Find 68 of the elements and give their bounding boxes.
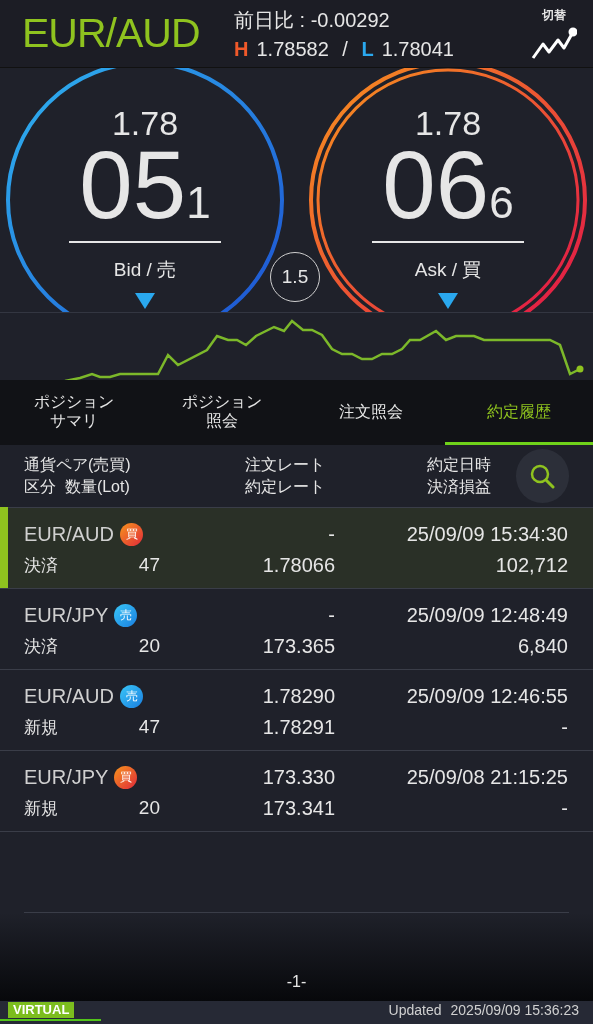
side-badge: 売 — [114, 603, 138, 627]
order-rate-cell-text: - — [327, 522, 335, 546]
triangle-icon[interactable] — [135, 293, 155, 309]
side-badge: 売 — [120, 684, 143, 708]
tab[interactable]: ポジション 照会 — [148, 380, 297, 445]
pnl-cell-text: 6,840 — [516, 634, 568, 658]
search-icon — [529, 463, 556, 489]
daily-change: 前日比 : -0.00292 — [234, 7, 391, 33]
low-label: L — [361, 37, 374, 61]
high-value: 1.78582 — [256, 37, 329, 61]
trade-row[interactable]: EUR/AUD 買 - 25/09/09 15:34:30 決済 47 1.78066 102,712 — [0, 508, 593, 589]
pair-cell: EUR/JPY — [24, 765, 109, 789]
pnl-cell-text: 102,712 — [494, 553, 568, 577]
exec-rate-cell-text: 1.78291 — [261, 715, 335, 739]
high-label: H — [234, 37, 249, 61]
side-badge: 買 — [120, 522, 143, 546]
quote-label: Ask / 買 — [414, 258, 482, 282]
datetime-cell-text: 25/09/09 12:48:49 — [405, 603, 568, 627]
search-button[interactable] — [515, 449, 569, 503]
price-digits[interactable]: 051 — [69, 137, 221, 243]
exec-rate-cell-text: 173.365 — [261, 634, 335, 658]
exec-rate-cell-text: 173.341 — [261, 796, 335, 820]
side-badge: 買 — [114, 765, 138, 789]
updated-time: 2025/09/09 15:36:23 — [450, 1002, 579, 1018]
quote-label: Bid / 売 — [113, 258, 177, 282]
column-header: 区分 数量(Lot) — [24, 477, 131, 497]
page-number: -1- — [286, 973, 307, 991]
datetime-cell-text: 25/09/08 21:15:25 — [405, 765, 568, 789]
pnl-cell-text: - — [560, 796, 568, 820]
column-header: 約定日時 — [426, 455, 492, 475]
lot-cell: 47 — [138, 554, 160, 576]
tab[interactable]: ポジション サマリ — [0, 380, 149, 445]
tab[interactable]: 注文照会 — [296, 380, 445, 445]
pair-cell: EUR/AUD — [24, 522, 114, 546]
tab[interactable]: 約定履歴 — [444, 380, 593, 445]
order-rate-cell-text: 1.78290 — [261, 684, 335, 708]
lot-cell: 20 — [138, 797, 160, 819]
low-value: 1.78041 — [381, 37, 454, 61]
virtual-badge: VIRTUAL — [8, 1002, 75, 1018]
type-cell-text: 決済 — [24, 554, 58, 577]
updated-label: Updated — [388, 1002, 442, 1018]
order-rate-cell-text: 173.330 — [261, 765, 335, 789]
price-digits[interactable]: 066 — [372, 137, 524, 243]
type-cell-text: 決済 — [24, 635, 58, 658]
trade-row[interactable]: EUR/JPY 買 173.330 25/09/08 21:15:25 新規 20 173.341 - — [0, 751, 593, 832]
column-header: 決済損益 — [426, 477, 492, 497]
type-cell-text: 新規 — [24, 797, 58, 820]
exec-rate-cell-text: 1.78066 — [261, 553, 335, 577]
pair-cell: EUR/JPY — [24, 603, 109, 627]
lot-cell: 47 — [138, 716, 160, 738]
order-rate-cell-text: - — [327, 603, 335, 627]
trade-row[interactable]: EUR/AUD 売 1.78290 25/09/09 12:46:55 新規 47 1.78291 - — [0, 670, 593, 751]
spread-indicator: 1.5 — [270, 252, 320, 302]
switch-label[interactable]: 切替 — [542, 7, 566, 24]
type-cell-text: 新規 — [24, 716, 58, 739]
datetime-cell-text: 25/09/09 15:34:30 — [405, 522, 568, 546]
triangle-icon[interactable] — [438, 293, 458, 309]
column-header: 通貨ペア(売買) — [24, 455, 132, 475]
column-header: 約定レート — [245, 477, 327, 497]
pnl-cell-text: - — [560, 715, 568, 739]
trade-row[interactable]: EUR/JPY 売 - 25/09/09 12:48:49 決済 20 173.365 6,840 — [0, 589, 593, 670]
chart-line-icon[interactable] — [531, 26, 577, 60]
pair-cell: EUR/AUD — [24, 684, 114, 708]
column-header: 注文レート — [245, 455, 327, 475]
datetime-cell-text: 25/09/09 12:46:55 — [405, 684, 568, 708]
separator: / — [341, 37, 349, 61]
lot-cell: 20 — [138, 635, 160, 657]
currency-pair-title: EUR/AUD — [22, 10, 201, 57]
